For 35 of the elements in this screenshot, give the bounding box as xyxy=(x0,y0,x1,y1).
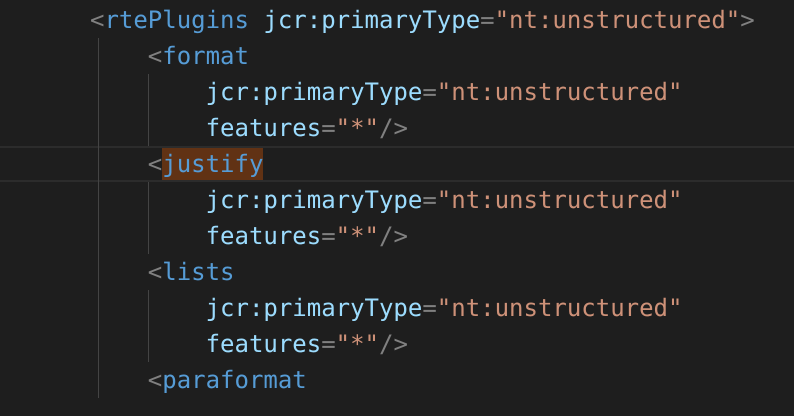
punctuation: = xyxy=(422,185,437,216)
punctuation: = xyxy=(422,293,437,324)
attribute-value: "nt:unstructured" xyxy=(436,293,682,324)
tag-name: justify xyxy=(162,148,264,180)
attribute-name: jcr:primaryType xyxy=(206,293,422,324)
tag-name: lists xyxy=(162,257,234,288)
attribute-value: "*" xyxy=(336,329,379,360)
attribute-value: "*" xyxy=(336,221,379,252)
tag-name: rtePlugins xyxy=(104,5,249,36)
attribute-name: jcr:primaryType xyxy=(262,5,480,36)
tag-name: format xyxy=(162,41,249,72)
punctuation: = xyxy=(321,329,336,360)
punctuation: < xyxy=(90,5,104,36)
tag-name: paraformat xyxy=(162,365,307,396)
attribute-name: jcr:primaryType xyxy=(206,77,422,108)
punctuation: < xyxy=(148,257,162,288)
punctuation: /> xyxy=(379,113,408,144)
attribute-name: features xyxy=(206,221,322,252)
attribute-name: features xyxy=(206,113,322,144)
punctuation: < xyxy=(148,41,162,72)
punctuation: /> xyxy=(379,221,408,252)
attribute-value: "nt:unstructured" xyxy=(436,77,682,108)
punctuation: /> xyxy=(379,329,408,360)
punctuation: < xyxy=(148,149,162,180)
punctuation: = xyxy=(480,5,495,36)
punctuation: = xyxy=(422,77,437,108)
attribute-name: features xyxy=(206,329,322,360)
attribute-name: jcr:primaryType xyxy=(206,185,422,216)
punctuation: = xyxy=(321,113,336,144)
punctuation: < xyxy=(148,365,162,396)
attribute-value: "*" xyxy=(336,113,379,144)
attribute-value: "nt:unstructured" xyxy=(436,185,682,216)
punctuation: > xyxy=(740,5,755,36)
punctuation: = xyxy=(321,221,336,252)
attribute-value: "nt:unstructured" xyxy=(494,5,740,36)
